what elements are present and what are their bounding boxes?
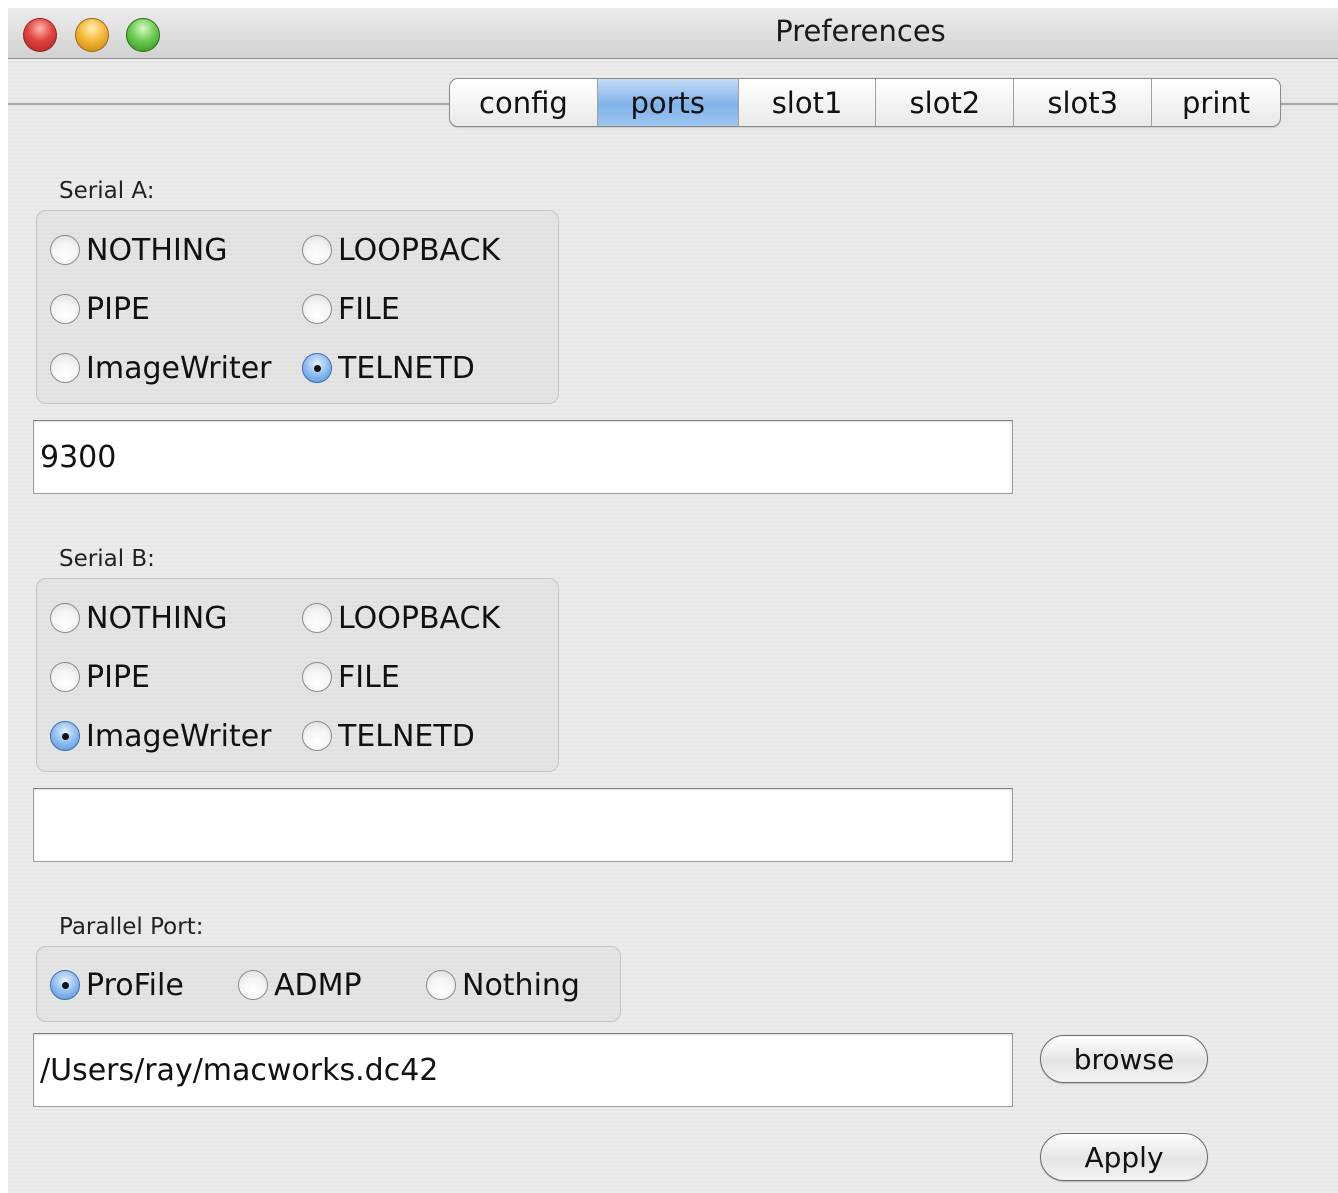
serial-a-radio-file[interactable]: FILE — [302, 289, 400, 329]
radio-button-icon — [238, 970, 268, 1000]
serial-b-radio-imagewriter[interactable]: ImageWriter — [50, 716, 272, 756]
radio-label: NOTHING — [86, 232, 228, 268]
parallel-file-path-field[interactable] — [33, 1033, 1013, 1107]
serial-a-radio-pipe[interactable]: PIPE — [50, 289, 150, 329]
serial-a-radio-telnetd[interactable]: TELNETD — [302, 348, 475, 388]
serial-b-radio-nothing[interactable]: NOTHING — [50, 598, 227, 638]
zoom-window-icon[interactable] — [126, 18, 160, 52]
serial-b-radio-loopback[interactable]: LOOPBACK — [302, 598, 500, 638]
tab-print[interactable]: print — [1152, 79, 1280, 126]
radio-button-icon — [302, 721, 332, 751]
parallel-port-label: Parallel Port: — [59, 914, 204, 940]
serial-b-radio-pipe[interactable]: PIPE — [50, 657, 150, 697]
serial-a-label: Serial A: — [59, 178, 155, 204]
serial-a-radio-nothing[interactable]: NOTHING — [50, 230, 227, 270]
radio-label: PIPE — [86, 659, 150, 695]
serial-b-radio-file[interactable]: FILE — [302, 657, 400, 697]
radio-button-icon — [50, 662, 80, 692]
apply-button[interactable]: Apply — [1040, 1133, 1208, 1181]
tab-bar: config ports slot1 slot2 slot3 print — [449, 78, 1281, 127]
tab-slot1[interactable]: slot1 — [739, 79, 877, 126]
radio-button-icon — [50, 603, 80, 633]
serial-a-radio-imagewriter[interactable]: ImageWriter — [50, 348, 272, 388]
radio-button-icon — [50, 353, 80, 383]
radio-button-icon — [50, 235, 80, 265]
serial-b-port-field[interactable] — [33, 788, 1013, 862]
radio-button-icon — [426, 970, 456, 1000]
serial-b-label: Serial B: — [59, 546, 155, 572]
radio-button-icon — [302, 294, 332, 324]
radio-label: TELNETD — [338, 718, 475, 754]
parallel-radio-nothing[interactable]: Nothing — [426, 965, 580, 1005]
radio-label: PIPE — [86, 291, 150, 327]
radio-label: ImageWriter — [86, 718, 272, 754]
radio-label: ADMP — [274, 967, 362, 1003]
radio-label: NOTHING — [86, 600, 228, 636]
radio-label: ImageWriter — [86, 350, 272, 386]
serial-a-radio-loopback[interactable]: LOOPBACK — [302, 230, 500, 270]
serial-a-port-field[interactable] — [33, 420, 1013, 494]
radio-label: ProFile — [86, 967, 184, 1003]
tab-ports[interactable]: ports — [597, 79, 739, 126]
radio-button-icon — [50, 294, 80, 324]
radio-button-icon — [302, 603, 332, 633]
parallel-radio-admp[interactable]: ADMP — [238, 965, 362, 1005]
radio-selected-icon — [302, 353, 332, 383]
close-window-icon[interactable] — [23, 18, 57, 52]
radio-label: TELNETD — [338, 350, 475, 386]
minimize-window-icon[interactable] — [75, 18, 109, 52]
parallel-radio-profile[interactable]: ProFile — [50, 965, 184, 1005]
tab-config[interactable]: config — [450, 79, 598, 126]
radio-button-icon — [302, 662, 332, 692]
preferences-window: Preferences config ports slot1 slot2 slo… — [8, 8, 1338, 1193]
window-title: Preferences — [775, 14, 946, 48]
tab-slot3[interactable]: slot3 — [1014, 79, 1153, 126]
browse-button[interactable]: browse — [1040, 1035, 1208, 1083]
title-bar: Preferences — [8, 8, 1338, 59]
tab-slot2[interactable]: slot2 — [876, 79, 1015, 126]
radio-button-icon — [302, 235, 332, 265]
radio-label: LOOPBACK — [338, 600, 501, 636]
radio-selected-icon — [50, 970, 80, 1000]
radio-selected-icon — [50, 721, 80, 751]
radio-label: FILE — [338, 659, 400, 695]
radio-label: LOOPBACK — [338, 232, 501, 268]
radio-label: FILE — [338, 291, 400, 327]
serial-b-radio-telnetd[interactable]: TELNETD — [302, 716, 475, 756]
radio-label: Nothing — [462, 967, 580, 1003]
